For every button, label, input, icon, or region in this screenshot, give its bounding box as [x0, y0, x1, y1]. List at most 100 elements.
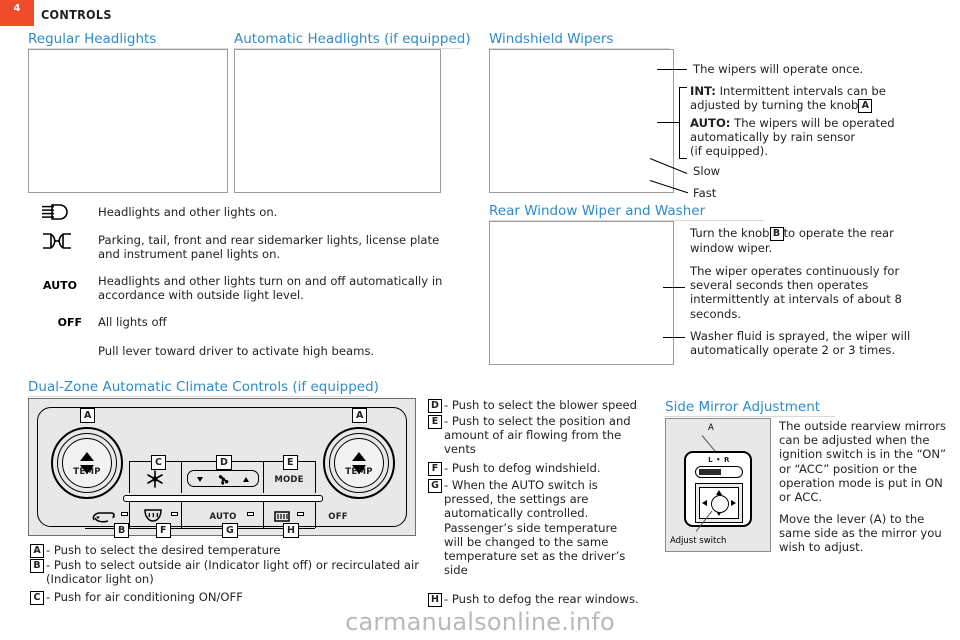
manual-page: 4 CONTROLS Regular Headlights Automatic … [0, 0, 960, 640]
mirror-left-icon[interactable] [702, 499, 707, 506]
mirror-right-icon[interactable] [731, 499, 736, 506]
recirculation-indicator-light [121, 512, 128, 516]
mirror-lr-selector[interactable] [695, 466, 743, 478]
climate-marker-f: F [156, 523, 171, 538]
caption-text-a: - Push to select the desired temperature [46, 543, 281, 557]
wiper-callout-slow: Slow [693, 164, 721, 178]
rear-wiper-callout-1: Turn the knob Bto operate the rear window… [690, 226, 920, 255]
blower-down-icon[interactable] [197, 477, 203, 482]
parking-light-icon [41, 232, 73, 254]
knob-face: TEMP [334, 438, 384, 488]
caption-key-a: A [30, 544, 44, 558]
headlight-symbol-text-2: Parking, tail, front and rear sidemarker… [98, 233, 440, 262]
ac-button[interactable] [145, 469, 165, 493]
blower-speed-control[interactable] [187, 470, 259, 487]
rear-wiper-callout-3: Washer fluid is sprayed, the wiper will … [690, 329, 911, 358]
caption-key-f: F [428, 462, 442, 476]
mode-button[interactable]: MODE [267, 475, 311, 485]
heading-climate-controls: Dual-Zone Automatic Climate Controls (if… [28, 379, 379, 397]
temp-down-arrow-right-icon[interactable] [352, 465, 366, 474]
wiper-int-text-a: Intermittent intervals can be [719, 84, 886, 98]
headlight-highbeam-note: Pull lever toward driver to activate hig… [98, 344, 375, 358]
caption-text-g: - When the AUTO switch is pressed, the s… [444, 478, 626, 578]
caption-text-d: - Push to select the blower speed [444, 398, 638, 412]
caption-key-g: G [428, 479, 442, 493]
climate-marker-d: D [216, 455, 232, 470]
caption-text-b: - Push to select outside air (Indicator … [46, 558, 420, 587]
wiper-callout-fast: Fast [693, 186, 717, 200]
wiper-callout-once: The wipers will operate once. [693, 62, 864, 76]
mirror-lr-knob[interactable] [699, 469, 721, 475]
figure-rear-wiper-knob [489, 221, 674, 365]
rear-wiper-text-b: to operate the rear [783, 226, 894, 240]
mirror-adjust-pad-inner[interactable] [699, 487, 739, 519]
temp-knob-left[interactable]: TEMP [51, 427, 123, 499]
temp-knob-right[interactable]: TEMP [323, 427, 395, 499]
heading-windshield-wipers: Windshield Wipers [489, 31, 669, 49]
temp-up-arrow-right-icon[interactable] [352, 452, 366, 461]
off-button[interactable]: OFF [321, 512, 355, 522]
mirror-adjust-button[interactable] [711, 495, 729, 513]
headlight-symbol-auto: AUTO [43, 279, 77, 292]
leader-line-rear-wiper-2 [663, 287, 685, 288]
headlight-symbol-text-4: All lights off [98, 315, 167, 329]
temp-down-arrow-left-icon[interactable] [80, 465, 94, 474]
headlight-symbol-off: OFF [57, 316, 82, 329]
mirror-paragraph-1: The outside rearview mirrors can be adju… [779, 419, 947, 505]
caption-text-f: - Push to defog windshield. [444, 461, 601, 475]
wiper-auto-text-b: automatically by rain sensor [690, 130, 856, 145]
wiper-int-label: INT: [690, 84, 716, 98]
knob-marker-b: B [769, 227, 784, 241]
rear-wiper-text-c: window wiper. [690, 241, 773, 255]
page-number: 4 [13, 3, 21, 14]
panel-divider [263, 461, 264, 493]
climate-marker-g: G [222, 523, 238, 538]
chapter-title: CONTROLS [41, 7, 112, 22]
climate-marker-c: C [151, 455, 166, 470]
climate-marker-a-left: A [80, 408, 96, 423]
climate-marker-e: E [283, 455, 298, 470]
mirror-adjust-pad[interactable] [695, 483, 743, 523]
heading-rear-wiper: Rear Window Wiper and Washer [489, 203, 764, 221]
panel-divider [181, 461, 182, 493]
temp-up-arrow-left-icon[interactable] [80, 452, 94, 461]
caption-d: D - Push to select the blower speed [428, 398, 643, 413]
figure-mirror-switch: A L • R Adjust switch [665, 418, 771, 552]
heading-regular-headlights: Regular Headlights [28, 31, 228, 49]
caption-f: F - Push to defog windshield. [428, 461, 640, 476]
mirror-lr-label: L • R [708, 456, 730, 464]
caption-h: H - Push to defog the rear windows. [428, 592, 643, 607]
leader-line-rear-wiper-3 [663, 337, 685, 338]
caption-text-h: - Push to defog the rear windows. [444, 592, 639, 606]
bracket-wiper-vertical [679, 87, 680, 158]
mirror-paragraph-2: Move the lever (A) to the same side as t… [779, 512, 942, 555]
caption-key-b: B [30, 559, 44, 573]
figure-automatic-headlight-switch [234, 49, 441, 193]
auto-indicator-light [247, 512, 254, 516]
heading-side-mirror: Side Mirror Adjustment [665, 399, 835, 417]
snowflake-icon [147, 470, 163, 488]
caption-g: G - When the AUTO switch is pressed, the… [428, 478, 636, 577]
caption-e: E - Push to select the position and amou… [428, 414, 638, 457]
mirror-adjust-switch-label: Adjust switch [670, 536, 727, 546]
panel-divider [129, 461, 130, 493]
wiper-int-text-b: adjusted by turning the knob [690, 98, 859, 113]
bracket-wiper-top [679, 87, 687, 88]
knob-marker-a: A [858, 99, 873, 114]
leader-line-wiper-int-auto [657, 122, 679, 123]
blower-up-icon[interactable] [243, 477, 249, 482]
bracket-wiper-bottom [679, 158, 687, 159]
front-defrost-icon [144, 509, 162, 522]
rear-wiper-callout-2: The wiper operates continuously for seve… [690, 264, 902, 321]
panel-divider [315, 461, 316, 493]
knob-face: TEMP [62, 438, 112, 488]
climate-marker-b: B [114, 523, 130, 538]
wiper-auto-text-a: The wipers will be operated [734, 116, 895, 130]
page-number-badge: 4 [0, 0, 34, 26]
panel-slider-bar [123, 495, 323, 502]
climate-marker-a-right: A [352, 408, 368, 423]
caption-text-e: - Push to select the position and amount… [444, 414, 631, 457]
auto-button[interactable]: AUTO [203, 512, 243, 522]
rear-defog-indicator-light [297, 512, 304, 516]
rear-defog-icon [274, 511, 290, 522]
